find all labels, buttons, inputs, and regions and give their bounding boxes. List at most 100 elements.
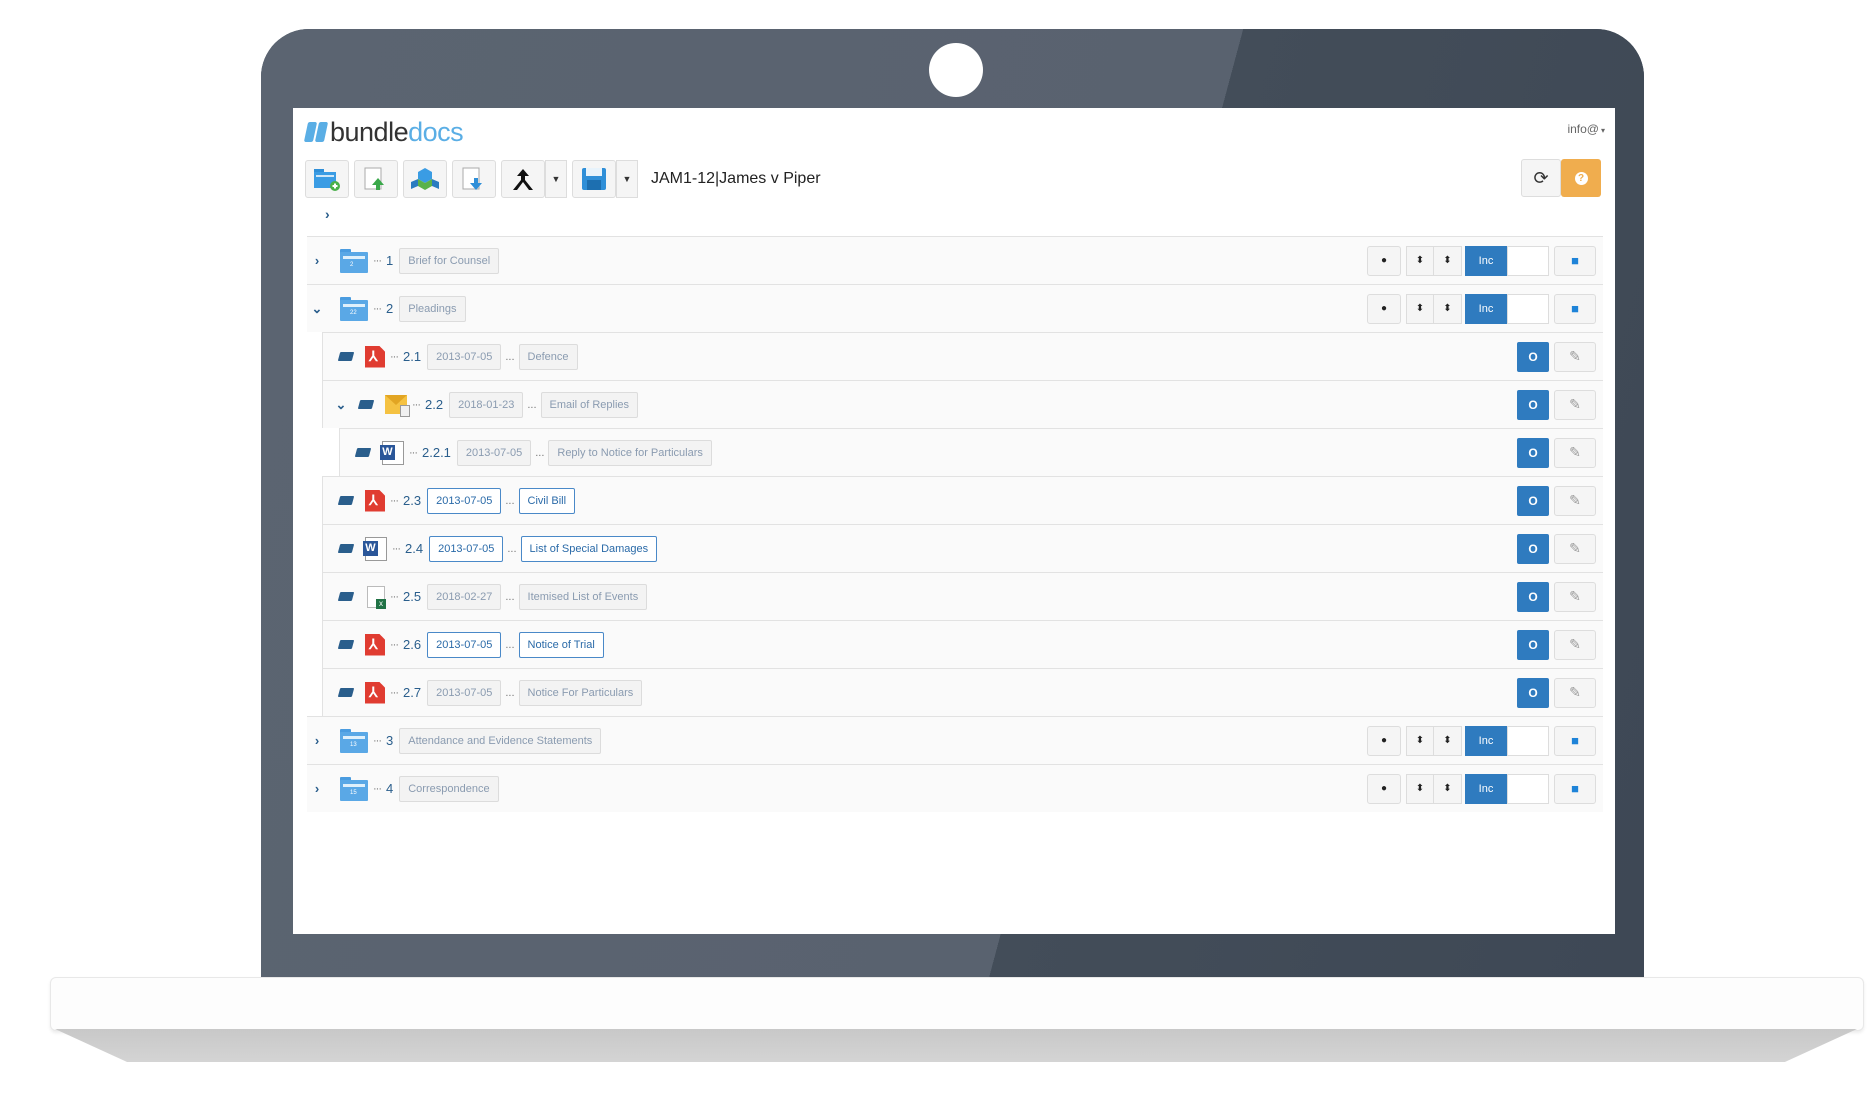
book-icon[interactable] [337, 688, 355, 697]
drag-dots[interactable]: ··· [373, 303, 382, 315]
edit-button[interactable]: ✎ [1554, 389, 1596, 420]
chevron-down-icon[interactable]: ⌄ [331, 397, 351, 413]
book-icon[interactable] [337, 496, 355, 505]
drag-dots[interactable]: ··· [390, 687, 399, 699]
comment-button[interactable]: ● [1367, 245, 1401, 276]
document-date[interactable]: 2018-02-27 [427, 583, 502, 610]
tree-row-section[interactable]: › 15 ··· 4 Correspondence ● ⬍ ⬍ Inc ■ [307, 764, 1603, 812]
tree-row-section[interactable]: › 13 ··· 3 Attendance and Evidence State… [307, 716, 1603, 764]
merge-dropdown-caret[interactable]: ▼ [545, 160, 567, 198]
edit-button[interactable]: ✎ [1554, 629, 1596, 660]
document-date[interactable]: 2013-07-05 [427, 487, 502, 514]
document-date[interactable]: 2013-07-05 [427, 631, 502, 658]
open-folder-button[interactable]: ■ [1554, 245, 1596, 276]
save-button[interactable] [572, 160, 616, 198]
tree-row-document[interactable]: ··· 2.5 2018-02-27 ... Itemised List of … [322, 572, 1603, 620]
download-button[interactable] [452, 160, 496, 198]
open-document-button[interactable]: O [1517, 629, 1549, 660]
save-dropdown-caret[interactable]: ▼ [616, 160, 638, 198]
comment-button[interactable]: ● [1367, 725, 1401, 756]
sort-alt-button[interactable]: ⬍ [1434, 293, 1462, 324]
drag-dots[interactable]: ··· [390, 351, 399, 363]
drag-dots[interactable]: ··· [373, 255, 382, 267]
sort-button[interactable]: ⬍ [1406, 293, 1434, 324]
include-toggle[interactable]: Inc [1465, 245, 1549, 276]
sort-alt-button[interactable]: ⬍ [1434, 773, 1462, 804]
tree-row-document[interactable]: ··· 2.7 2013-07-05 ... Notice For Partic… [322, 668, 1603, 716]
sort-alt-button[interactable]: ⬍ [1434, 725, 1462, 756]
drag-dots[interactable]: ··· [390, 591, 399, 603]
book-icon[interactable] [357, 400, 375, 409]
tree-row-section[interactable]: ⌄ 22 ··· 2 Pleadings ● ⬍ ⬍ Inc ■ [307, 284, 1603, 332]
chevron-down-icon[interactable]: ⌄ [307, 301, 327, 317]
open-document-button[interactable]: O [1517, 533, 1549, 564]
tree-row-document[interactable]: ··· 2.4 2013-07-05 ... List of Special D… [322, 524, 1603, 572]
chevron-right-icon[interactable]: › [307, 253, 327, 268]
open-folder-button[interactable]: ■ [1554, 725, 1596, 756]
chevron-right-icon[interactable]: › [307, 733, 327, 748]
edit-button[interactable]: ✎ [1554, 533, 1596, 564]
tree-row-attachment[interactable]: ··· 2.2.1 2013-07-05 ... Reply to Notice… [339, 428, 1603, 476]
new-section-button[interactable] [305, 160, 349, 198]
sort-button[interactable]: ⬍ [1406, 245, 1434, 276]
include-toggle[interactable]: Inc [1465, 773, 1549, 804]
section-title[interactable]: Pleadings [399, 295, 466, 322]
open-document-button[interactable]: O [1517, 341, 1549, 372]
open-document-button[interactable]: O [1517, 581, 1549, 612]
open-folder-button[interactable]: ■ [1554, 293, 1596, 324]
include-toggle[interactable]: Inc [1465, 293, 1549, 324]
build-bundle-button[interactable] [403, 160, 447, 198]
chevron-right-icon[interactable]: › [307, 781, 327, 796]
open-folder-button[interactable]: ■ [1554, 773, 1596, 804]
document-title[interactable]: Itemised List of Events [518, 583, 648, 610]
book-icon[interactable] [337, 640, 355, 649]
upload-button[interactable] [354, 160, 398, 198]
merge-button[interactable] [501, 160, 545, 198]
document-date[interactable]: 2013-07-05 [456, 439, 532, 466]
help-button[interactable]: ? [1561, 159, 1601, 197]
bundledocs-logo[interactable]: bundledocs [303, 116, 464, 148]
tree-row-document[interactable]: ··· 2.6 2013-07-05 ... Notice of Trial O… [322, 620, 1603, 668]
edit-button[interactable]: ✎ [1554, 437, 1596, 468]
section-title[interactable]: Attendance and Evidence Statements [399, 727, 602, 754]
book-icon[interactable] [337, 544, 355, 553]
expand-all-toggle[interactable]: › [325, 206, 330, 222]
include-toggle[interactable]: Inc [1465, 725, 1549, 756]
tree-row-section[interactable]: › 2 ··· 1 Brief for Counsel ● ⬍ ⬍ Inc ■ [307, 236, 1603, 284]
edit-button[interactable]: ✎ [1554, 581, 1596, 612]
section-title[interactable]: Brief for Counsel [399, 247, 500, 274]
document-date[interactable]: 2013-07-05 [427, 343, 502, 370]
sort-alt-button[interactable]: ⬍ [1434, 245, 1462, 276]
drag-dots[interactable]: ··· [409, 447, 418, 459]
tree-row-document[interactable]: ⌄ ··· 2.2 2018-01-23 ... Email of Replie… [322, 380, 1603, 428]
document-title[interactable]: Civil Bill [518, 487, 576, 514]
document-title[interactable]: Reply to Notice for Particulars [548, 439, 712, 466]
document-title[interactable]: Notice For Particulars [518, 679, 643, 706]
document-date[interactable]: 2013-07-05 [427, 679, 502, 706]
document-title[interactable]: Email of Replies [540, 391, 639, 418]
refresh-button[interactable]: ⟳ [1521, 159, 1561, 197]
drag-dots[interactable]: ··· [412, 399, 421, 411]
drag-dots[interactable]: ··· [373, 735, 382, 747]
document-title[interactable]: Defence [518, 343, 578, 370]
user-menu[interactable]: info@ ▾ [1567, 122, 1605, 136]
document-date[interactable]: 2013-07-05 [429, 535, 504, 562]
drag-dots[interactable]: ··· [373, 783, 382, 795]
drag-dots[interactable]: ··· [392, 543, 401, 555]
document-date[interactable]: 2018-01-23 [449, 391, 524, 418]
book-icon[interactable] [337, 352, 355, 361]
book-icon[interactable] [354, 448, 372, 457]
edit-button[interactable]: ✎ [1554, 485, 1596, 516]
edit-button[interactable]: ✎ [1554, 341, 1596, 372]
open-document-button[interactable]: O [1517, 389, 1549, 420]
edit-button[interactable]: ✎ [1554, 677, 1596, 708]
section-title[interactable]: Correspondence [399, 775, 499, 802]
comment-button[interactable]: ● [1367, 773, 1401, 804]
sort-button[interactable]: ⬍ [1406, 725, 1434, 756]
tree-row-document[interactable]: ··· 2.3 2013-07-05 ... Civil Bill O ✎ [322, 476, 1603, 524]
document-title[interactable]: Notice of Trial [518, 631, 604, 658]
drag-dots[interactable]: ··· [390, 639, 399, 651]
sort-button[interactable]: ⬍ [1406, 773, 1434, 804]
open-document-button[interactable]: O [1517, 677, 1549, 708]
book-icon[interactable] [337, 592, 355, 601]
